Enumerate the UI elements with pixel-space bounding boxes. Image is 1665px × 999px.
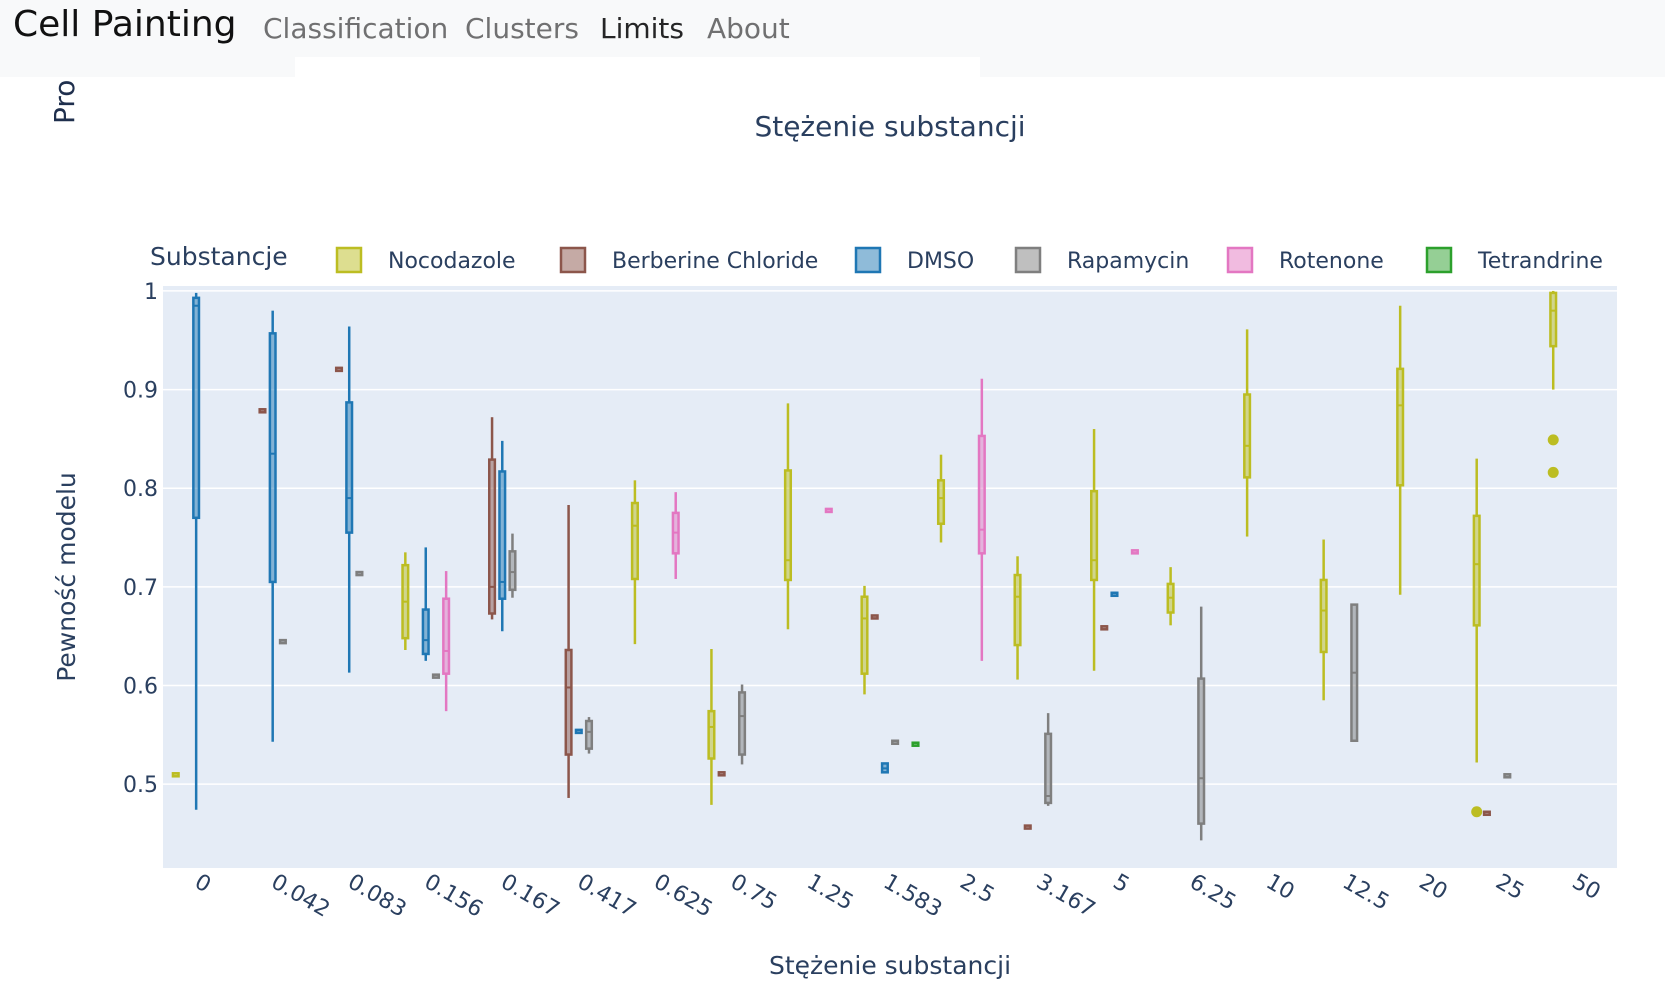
nav-link-about[interactable]: About xyxy=(707,12,790,45)
legend-label: Nocodazole xyxy=(388,249,516,274)
chart-title: Stężenie substancji xyxy=(754,110,1025,143)
x-tick-label: 5 xyxy=(1109,870,1134,899)
x-tick-label: 50 xyxy=(1568,870,1605,906)
box xyxy=(1549,291,1558,348)
box xyxy=(421,608,430,656)
x-tick-label: 0.417 xyxy=(573,870,640,923)
box xyxy=(268,332,277,584)
legend-item: Tetrandrine xyxy=(1425,246,1603,274)
box-outlier xyxy=(1547,434,1559,446)
box-outlier xyxy=(1471,806,1483,818)
box xyxy=(707,709,716,760)
x-tick-label: 10 xyxy=(1262,870,1299,906)
box xyxy=(630,501,639,581)
box xyxy=(1472,514,1481,627)
box xyxy=(977,434,986,555)
x-tick-label: 2.5 xyxy=(956,870,999,909)
y-tick-label: 0.6 xyxy=(123,675,158,700)
legend-label: Berberine Chloride xyxy=(612,249,818,274)
x-tick-label: 20 xyxy=(1415,870,1452,906)
box xyxy=(1090,489,1099,582)
box xyxy=(1319,578,1328,654)
legend-item: Rotenone xyxy=(1226,246,1384,274)
legend-swatch xyxy=(1014,246,1042,274)
box xyxy=(1396,367,1405,487)
legend-item: Berberine Chloride xyxy=(559,246,818,274)
box xyxy=(442,597,451,675)
box xyxy=(345,401,354,534)
x-tick-label: 0.042 xyxy=(267,870,334,923)
box xyxy=(192,296,201,520)
box xyxy=(737,691,747,756)
legend-swatch xyxy=(1226,246,1254,274)
y-tick-label: 0.9 xyxy=(123,379,158,404)
box xyxy=(860,595,869,675)
x-tick-label: 12.5 xyxy=(1338,870,1393,916)
box xyxy=(498,470,507,600)
y-tick-label: 0.8 xyxy=(123,477,158,502)
box xyxy=(584,719,594,750)
box xyxy=(1197,677,1206,825)
x-tick-label: 6.25 xyxy=(1185,870,1240,916)
box xyxy=(1044,732,1053,805)
legend-label: Rotenone xyxy=(1279,249,1384,274)
legend-item: Nocodazole xyxy=(335,246,516,274)
legend-swatch xyxy=(559,246,587,274)
box-plot-chart: 0.50.60.70.80.910 0.042 0.083 0.156 0.167 0.4… xyxy=(52,110,1617,980)
x-tick-label: 0.156 xyxy=(420,870,487,923)
series-tetrandrine xyxy=(911,741,920,747)
box xyxy=(783,469,793,582)
box xyxy=(508,550,517,592)
x-tick-label: 3.167 xyxy=(1032,870,1099,923)
legend-title: Substancje xyxy=(150,242,288,271)
legend-item: Rapamycin xyxy=(1014,246,1189,274)
content-overlap-strip xyxy=(295,57,980,79)
x-tick-label: 0.167 xyxy=(496,870,563,923)
navbar-brand[interactable]: Cell Painting xyxy=(13,4,237,45)
x-tick-label: 1.583 xyxy=(879,870,946,923)
nav-link-classification[interactable]: Classification xyxy=(263,12,448,45)
y-axis-title: Pewność modelu xyxy=(52,472,81,682)
legend-swatch xyxy=(854,246,882,274)
box xyxy=(936,479,946,525)
x-tick-label: 0 xyxy=(190,870,215,899)
box xyxy=(1243,393,1252,479)
box xyxy=(1013,573,1022,647)
box-outlier xyxy=(1547,466,1559,478)
legend-label: DMSO xyxy=(907,249,974,274)
x-tick-label: 1.25 xyxy=(802,870,857,916)
nav-link-clusters[interactable]: Clusters xyxy=(465,12,579,45)
y-tick-label: 1 xyxy=(144,280,158,305)
x-tick-label: 0.625 xyxy=(649,870,716,923)
x-axis-title: Stężenie substancji xyxy=(769,951,1011,980)
nav-link-limits[interactable]: Limits xyxy=(600,12,684,45)
legend-item: DMSO xyxy=(854,246,974,274)
x-tick-label: 0.083 xyxy=(343,870,410,923)
x-tick-label: 0.75 xyxy=(726,870,781,916)
box xyxy=(488,458,497,615)
legend-swatch xyxy=(335,246,363,274)
legend-label: Rapamycin xyxy=(1067,249,1189,274)
legend-swatch xyxy=(1425,246,1453,274)
x-tick-label: 25 xyxy=(1491,870,1528,906)
legend-label: Tetrandrine xyxy=(1477,249,1603,274)
legend: Substancje Nocodazole Berberine Chloride DM… xyxy=(150,242,1603,274)
box xyxy=(564,648,573,756)
y-tick-label: 0.7 xyxy=(123,576,158,601)
y-tick-label: 0.5 xyxy=(123,773,158,798)
